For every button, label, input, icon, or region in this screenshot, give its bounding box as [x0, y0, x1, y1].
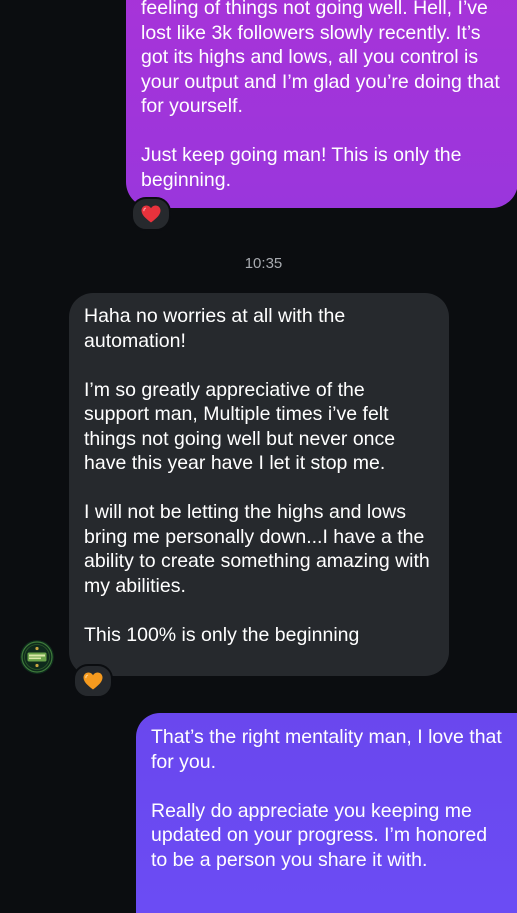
message-reaction[interactable]: [131, 197, 171, 231]
message-paragraph: Just keep going man! This is only the be…: [141, 144, 462, 191]
message-paragraph: Haha no worries at all with the automati…: [84, 305, 346, 352]
message-paragraph: This 100% is only the beginning: [84, 623, 360, 646]
message-paragraph: I’m so greatly appreciative of the suppo…: [84, 378, 396, 475]
message-paragraph: feeling of things not going well. Hell, …: [141, 0, 500, 117]
profile-avatar-logo: [20, 640, 54, 674]
message-paragraph: That’s the right mentality man, I love t…: [151, 726, 502, 773]
message-paragraph: Really do appreciate you keeping me upda…: [151, 799, 488, 871]
orange-heart-icon: [83, 672, 103, 690]
message-reaction[interactable]: [73, 664, 113, 698]
message-bubble-sent[interactable]: That’s the right mentality man, I love t…: [136, 713, 517, 913]
message-paragraph: I will not be letting the highs and lows…: [84, 501, 430, 597]
message-timestamp: 10:35: [244, 255, 283, 272]
profile-avatar[interactable]: [20, 640, 54, 674]
red-heart-icon: [141, 205, 161, 223]
message-bubble-received[interactable]: Haha no worries at all with the automati…: [69, 293, 449, 676]
message-bubble-sent[interactable]: feeling of things not going well. Hell, …: [126, 0, 517, 208]
